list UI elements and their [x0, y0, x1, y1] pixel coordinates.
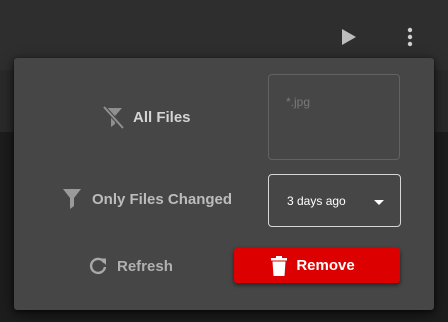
file-pattern-input[interactable]: [268, 74, 400, 160]
caret-down-icon: [374, 200, 384, 205]
only-files-changed-label: Only Files Changed: [92, 190, 233, 208]
refresh-button[interactable]: Refresh: [88, 256, 173, 276]
filter-menu-panel: All Files Only Files Changed 3 days ago …: [14, 58, 434, 310]
more-options-button[interactable]: [398, 24, 422, 50]
filter-off-icon: [100, 104, 126, 130]
refresh-icon: [88, 256, 108, 276]
filter-icon: [62, 188, 82, 210]
remove-label: Remove: [296, 257, 355, 274]
only-files-changed-option[interactable]: Only Files Changed: [62, 188, 232, 210]
date-range-select[interactable]: 3 days ago: [268, 174, 401, 227]
more-vert-icon: [407, 27, 413, 47]
all-files-option[interactable]: All Files: [100, 104, 191, 130]
play-icon: [342, 29, 356, 45]
refresh-label: Refresh: [117, 257, 173, 275]
all-files-label: All Files: [133, 108, 191, 126]
trash-icon: [271, 255, 288, 276]
date-range-value: 3 days ago: [287, 193, 346, 208]
remove-button[interactable]: Remove: [234, 248, 400, 283]
play-button[interactable]: [336, 24, 362, 50]
